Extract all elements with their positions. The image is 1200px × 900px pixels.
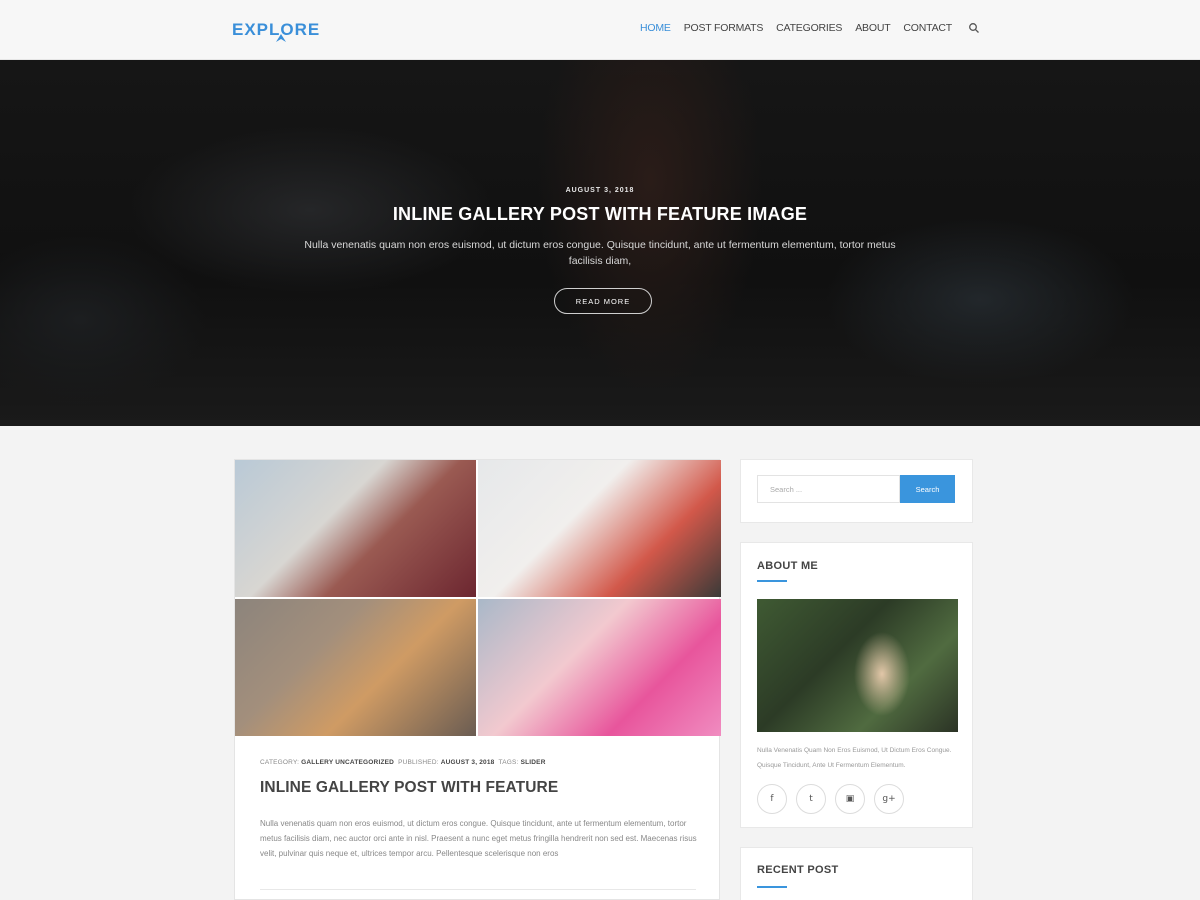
title-underline: [757, 886, 787, 888]
search-icon[interactable]: [968, 22, 980, 34]
hero-date: AUGUST 3, 2018: [565, 187, 635, 194]
instagram-icon[interactable]: ▣: [835, 784, 865, 814]
main-nav: HOME POST FORMATS CATEGORIES ABOUT CONTA…: [640, 22, 980, 34]
post-excerpt: Nulla venenatis quam non eros euismod, u…: [260, 819, 697, 858]
hero-excerpt: Nulla venenatis quam non eros euismod, u…: [304, 239, 896, 267]
search-button[interactable]: Search: [900, 475, 955, 503]
gallery-image[interactable]: [478, 599, 721, 736]
gallery-image[interactable]: [235, 460, 476, 597]
post-categories[interactable]: GALLERY UNCATEGORIZED: [301, 759, 394, 766]
google-plus-icon[interactable]: g+: [874, 784, 904, 814]
site-header: EXPLORE HOME POST FORMATS CATEGORIES ABO…: [0, 0, 1200, 60]
nav-item-contact[interactable]: CONTACT: [903, 22, 952, 34]
about-text: Nulla Venenatis Quam Non Eros Euismod, U…: [757, 747, 952, 769]
hero-title[interactable]: INLINE GALLERY POST WITH FEATURE IMAGE: [0, 204, 1200, 225]
post-gallery: [235, 460, 721, 736]
nav-item-categories[interactable]: CATEGORIES: [776, 22, 842, 34]
hero-banner: AUGUST 3, 2018 INLINE GALLERY POST WITH …: [0, 60, 1200, 426]
divider: [260, 889, 696, 890]
widget-title: ABOUT ME: [757, 560, 819, 572]
post-title[interactable]: INLINE GALLERY POST WITH FEATURE: [260, 779, 558, 797]
title-underline: [757, 580, 787, 582]
post-card: CATEGORY: GALLERY UNCATEGORIZED PUBLISHE…: [234, 459, 721, 900]
gallery-image[interactable]: [235, 599, 476, 736]
facebook-icon[interactable]: f: [757, 784, 787, 814]
post-tags[interactable]: SLIDER: [521, 759, 546, 766]
nav-item-about[interactable]: ABOUT: [855, 22, 890, 34]
search-widget: Search ... Search: [740, 459, 973, 523]
compass-icon: [276, 34, 286, 42]
about-widget: ABOUT ME Nulla Venenatis Quam Non Eros E…: [740, 542, 973, 828]
post-meta: CATEGORY: GALLERY UNCATEGORIZED PUBLISHE…: [260, 759, 546, 766]
twitter-icon[interactable]: t: [796, 784, 826, 814]
tags-label: TAGS:: [498, 759, 519, 766]
published-label: PUBLISHED:: [398, 759, 439, 766]
social-links: f t ▣ g+: [757, 784, 904, 814]
category-label: CATEGORY:: [260, 759, 300, 766]
nav-item-home[interactable]: HOME: [640, 22, 671, 34]
nav-item-post-formats[interactable]: POST FORMATS: [684, 22, 764, 34]
widget-title: RECENT POST: [757, 864, 839, 876]
search-input[interactable]: Search ...: [757, 475, 900, 503]
about-photo: [757, 599, 958, 732]
read-more-button[interactable]: READ MORE: [554, 288, 652, 314]
post-date: AUGUST 3, 2018: [440, 759, 495, 766]
gallery-image[interactable]: [478, 460, 721, 597]
recent-posts-widget: RECENT POST: [740, 847, 973, 900]
